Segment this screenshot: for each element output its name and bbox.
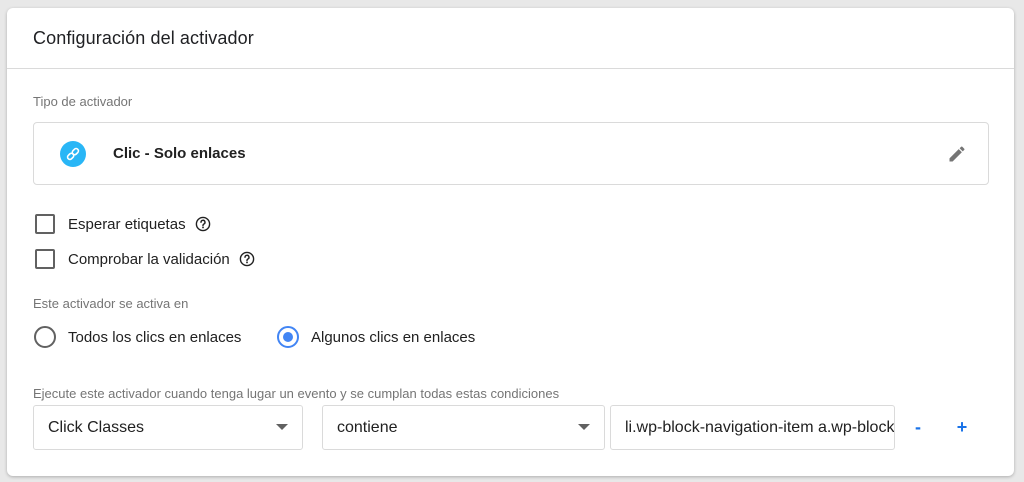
help-icon[interactable] (239, 251, 255, 267)
edit-pencil-icon[interactable] (946, 143, 968, 165)
trigger-type-name: Clic - Solo enlaces (113, 145, 246, 162)
variable-select[interactable]: Click Classes (33, 405, 303, 450)
wait-for-tags-option[interactable]: Esperar etiquetas (35, 214, 211, 234)
trigger-type-selector[interactable]: Clic - Solo enlaces (33, 122, 989, 185)
wait-for-tags-checkbox[interactable] (35, 214, 55, 234)
radio-some-label: Algunos clics en enlaces (311, 328, 476, 346)
help-icon[interactable] (195, 216, 211, 232)
variable-select-value: Click Classes (48, 418, 145, 436)
dropdown-arrow-icon (578, 424, 590, 430)
fires-on-label: Este activador se activa en (33, 296, 189, 311)
radio-button-selected[interactable] (277, 326, 299, 348)
conditions-label: Ejecute este activador cuando tenga luga… (33, 386, 560, 401)
remove-condition-button[interactable]: - (906, 415, 930, 439)
check-validation-label: Comprobar la validación (68, 250, 230, 268)
check-validation-option[interactable]: Comprobar la validación (35, 249, 255, 269)
operator-select[interactable]: contiene (322, 405, 605, 450)
radio-button[interactable] (34, 326, 56, 348)
radio-all-link-clicks[interactable]: Todos los clics en enlaces (34, 326, 241, 348)
add-condition-button[interactable]: + (950, 415, 974, 439)
card-title: Configuración del activador (33, 27, 254, 48)
wait-for-tags-label: Esperar etiquetas (68, 215, 186, 233)
trigger-config-card: Configuración del activador Tipo de acti… (7, 8, 1014, 476)
card-header: Configuración del activador (7, 8, 1014, 69)
link-icon (60, 140, 86, 167)
radio-all-label: Todos los clics en enlaces (68, 328, 242, 346)
check-validation-checkbox[interactable] (35, 249, 55, 269)
radio-some-link-clicks[interactable]: Algunos clics en enlaces (277, 326, 475, 348)
trigger-type-label: Tipo de activador (33, 94, 133, 109)
value-input[interactable]: li.wp-block-navigation-item a.wp-block-n… (610, 405, 895, 450)
operator-select-value: contiene (337, 418, 398, 436)
dropdown-arrow-icon (276, 424, 288, 430)
value-input-text: li.wp-block-navigation-item a.wp-block-n… (625, 418, 895, 436)
